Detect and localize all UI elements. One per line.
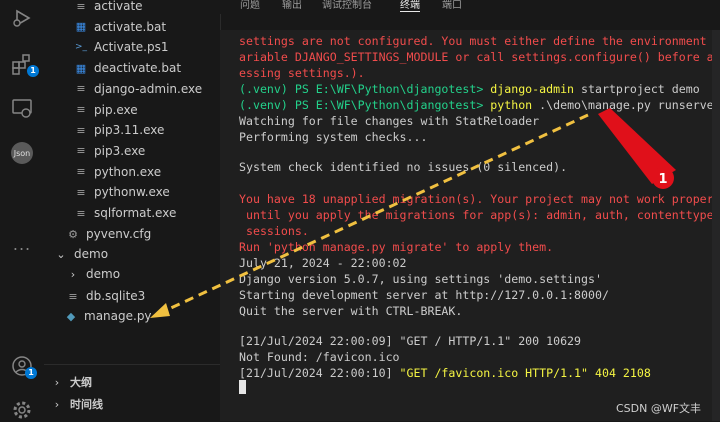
arrow-head-icon (150, 303, 170, 318)
dashed-arrow-line (157, 113, 589, 316)
watermark: CSDN @WF文丰 (616, 402, 702, 415)
annotation-overlay: 1 (150, 108, 676, 318)
annotation-number: 1 (658, 172, 667, 187)
